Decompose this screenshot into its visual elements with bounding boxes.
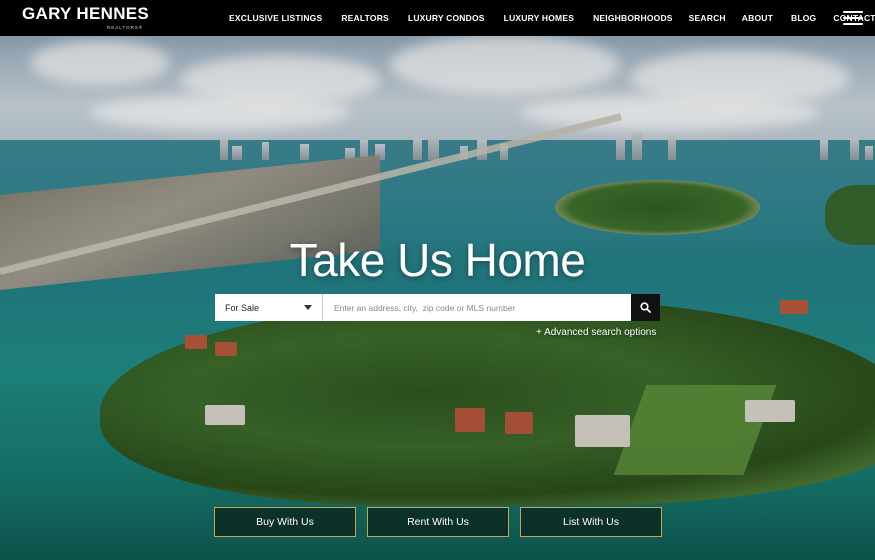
nav-about[interactable]: ABOUT xyxy=(742,13,773,23)
search-icon xyxy=(640,302,651,313)
listing-type-select[interactable]: For Sale xyxy=(215,294,323,321)
main-nav: EXCLUSIVE LISTINGS REALTORS LUXURY CONDO… xyxy=(229,13,875,23)
list-with-us-button[interactable]: List With Us xyxy=(520,507,662,537)
nav-realtors[interactable]: REALTORS xyxy=(341,13,389,23)
advanced-search-link[interactable]: + Advanced search options xyxy=(536,327,656,338)
brand-subtitle: REALTORS® xyxy=(107,25,144,30)
property-search-bar: For Sale xyxy=(215,294,660,321)
nav-luxury-condos[interactable]: LUXURY CONDOS xyxy=(408,13,485,23)
search-button[interactable] xyxy=(631,294,660,321)
caret-down-icon xyxy=(304,305,312,310)
nav-search[interactable]: SEARCH xyxy=(689,13,726,23)
search-input[interactable] xyxy=(323,294,631,321)
nav-neighborhoods[interactable]: NEIGHBORHOODS xyxy=(593,13,673,23)
listing-type-value: For Sale xyxy=(225,302,260,313)
nav-luxury-homes[interactable]: LUXURY HOMES xyxy=(504,13,574,23)
hamburger-icon[interactable] xyxy=(843,11,863,25)
hero-headline: Take Us Home xyxy=(289,234,586,286)
site-header: GARY HENNES REALTORS® EXCLUSIVE LISTINGS… xyxy=(0,0,875,36)
brand-name: GARY HENNES xyxy=(22,4,150,23)
brand-logo[interactable]: GARY HENNES REALTORS® xyxy=(22,4,150,31)
nav-exclusive-listings[interactable]: EXCLUSIVE LISTINGS xyxy=(229,13,322,23)
rent-with-us-button[interactable]: Rent With Us xyxy=(367,507,509,537)
buy-with-us-button[interactable]: Buy With Us xyxy=(214,507,356,537)
nav-blog[interactable]: BLOG xyxy=(791,13,816,23)
